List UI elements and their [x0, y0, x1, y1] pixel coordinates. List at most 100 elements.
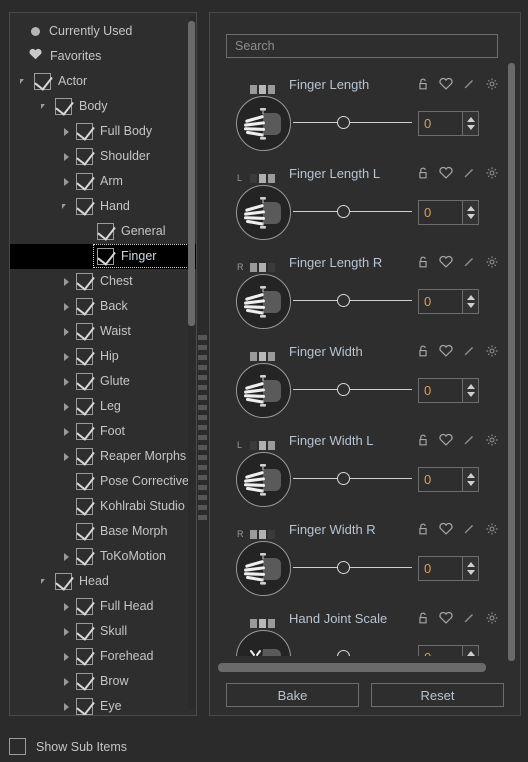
stepper-up-icon[interactable]	[467, 206, 475, 211]
parameter-scroll-area[interactable]: Finger Length L Finger Length L R Finger Len…	[215, 68, 503, 656]
tree-item-checkbox[interactable]	[76, 298, 93, 315]
tree-item-arm[interactable]: Arm	[10, 169, 196, 194]
parameter-slider-track[interactable]	[293, 389, 412, 390]
parameter-value-input[interactable]	[418, 556, 463, 581]
unlock-icon[interactable]	[416, 433, 430, 450]
heart-icon[interactable]	[439, 344, 453, 361]
parameter-value-input[interactable]	[418, 200, 463, 225]
parameter-slider-track[interactable]	[293, 122, 412, 123]
stepper-up-icon[interactable]	[467, 651, 475, 656]
tree-item-checkbox[interactable]	[76, 648, 93, 665]
tree-item-currently-used[interactable]: Currently Used	[10, 19, 196, 44]
gear-icon[interactable]	[485, 611, 499, 628]
tree-item-general[interactable]: General	[10, 219, 196, 244]
tree-item-checkbox[interactable]	[76, 448, 93, 465]
stepper-up-icon[interactable]	[467, 117, 475, 122]
chevron-right-icon[interactable]	[60, 394, 74, 419]
tree-item-hand[interactable]: Hand	[10, 194, 196, 219]
tree-item-checkbox[interactable]	[55, 98, 72, 115]
tree-item-checkbox[interactable]	[76, 373, 93, 390]
chevron-right-icon[interactable]	[60, 694, 74, 715]
tree-item-foot[interactable]: Foot	[10, 419, 196, 444]
tree-item-checkbox[interactable]	[76, 698, 93, 715]
chevron-right-icon[interactable]	[60, 319, 74, 344]
tree-item-tokomotion[interactable]: ToKoMotion	[10, 544, 196, 569]
heart-icon[interactable]	[439, 255, 453, 272]
tree-item-full-body[interactable]: Full Body	[10, 119, 196, 144]
tree-item-forehead[interactable]: Forehead	[10, 644, 196, 669]
tree-item-skull[interactable]: Skull	[10, 619, 196, 644]
tree-scrollbar-thumb[interactable]	[188, 21, 195, 326]
pencil-icon[interactable]	[462, 166, 476, 183]
stepper-down-icon[interactable]	[467, 392, 475, 397]
parameter-value-input[interactable]	[418, 378, 463, 403]
unlock-icon[interactable]	[416, 611, 430, 628]
tree-item-reaper-morphs[interactable]: Reaper Morphs	[10, 444, 196, 469]
heart-icon[interactable]	[439, 166, 453, 183]
parameter-value-input[interactable]	[418, 111, 463, 136]
pencil-icon[interactable]	[462, 522, 476, 539]
gear-icon[interactable]	[485, 166, 499, 183]
chevron-right-icon[interactable]	[60, 144, 74, 169]
panel-splitter-grip[interactable]	[198, 335, 207, 521]
unlock-icon[interactable]	[416, 522, 430, 539]
stepper-up-icon[interactable]	[467, 562, 475, 567]
heart-icon[interactable]	[439, 522, 453, 539]
parameter-slider-knob[interactable]	[337, 650, 350, 656]
tree-item-checkbox[interactable]	[76, 498, 93, 515]
parameter-value-input[interactable]	[418, 645, 463, 656]
stepper-down-icon[interactable]	[467, 303, 475, 308]
tree-item-favorites[interactable]: Favorites	[10, 44, 196, 69]
tree-item-base-morph[interactable]: Base Morph	[10, 519, 196, 544]
parameter-slider-knob[interactable]	[337, 205, 350, 218]
parameter-slider-track[interactable]	[293, 211, 412, 212]
parameter-slider-knob[interactable]	[337, 116, 350, 129]
chevron-down-icon[interactable]	[39, 569, 53, 594]
tree-item-checkbox[interactable]	[97, 223, 114, 240]
parameter-slider-knob[interactable]	[337, 472, 350, 485]
heart-icon[interactable]	[439, 611, 453, 628]
chevron-right-icon[interactable]	[60, 544, 74, 569]
parameter-slider-track[interactable]	[293, 567, 412, 568]
tree-item-body[interactable]: Body	[10, 94, 196, 119]
tree-item-checkbox[interactable]	[76, 473, 93, 490]
reset-button[interactable]: Reset	[371, 683, 504, 707]
tree-item-actor[interactable]: Actor	[10, 69, 196, 94]
tree-item-hip[interactable]: Hip	[10, 344, 196, 369]
heart-icon[interactable]	[439, 433, 453, 450]
stepper-down-icon[interactable]	[467, 214, 475, 219]
tree-item-pose-correctives[interactable]: Pose Correctives	[10, 469, 196, 494]
tree-item-leg[interactable]: Leg	[10, 394, 196, 419]
tree-item-checkbox[interactable]	[76, 523, 93, 540]
parameter-vertical-scrollbar-thumb[interactable]	[508, 63, 515, 661]
tree-item-checkbox[interactable]	[76, 348, 93, 365]
bake-button[interactable]: Bake	[226, 683, 359, 707]
unlock-icon[interactable]	[416, 77, 430, 94]
tree-item-checkbox[interactable]	[76, 548, 93, 565]
parameter-slider-track[interactable]	[293, 478, 412, 479]
chevron-right-icon[interactable]	[60, 669, 74, 694]
stepper-down-icon[interactable]	[467, 481, 475, 486]
tree-item-brow[interactable]: Brow	[10, 669, 196, 694]
hand-joint-icon[interactable]	[236, 630, 291, 656]
stepper-up-icon[interactable]	[467, 295, 475, 300]
parameter-slider-knob[interactable]	[337, 383, 350, 396]
chevron-right-icon[interactable]	[60, 269, 74, 294]
pencil-icon[interactable]	[462, 77, 476, 94]
tree-item-checkbox[interactable]	[76, 423, 93, 440]
pencil-icon[interactable]	[462, 255, 476, 272]
pencil-icon[interactable]	[462, 611, 476, 628]
chevron-right-icon[interactable]	[60, 344, 74, 369]
hand-icon[interactable]	[236, 185, 291, 240]
pencil-icon[interactable]	[462, 344, 476, 361]
parameter-slider-track[interactable]	[293, 300, 412, 301]
gear-icon[interactable]	[485, 255, 499, 272]
unlock-icon[interactable]	[416, 344, 430, 361]
tree-item-checkbox[interactable]	[76, 123, 93, 140]
stepper-up-icon[interactable]	[467, 473, 475, 478]
parameter-value-input[interactable]	[418, 289, 463, 314]
chevron-right-icon[interactable]	[60, 444, 74, 469]
chevron-down-icon[interactable]	[18, 69, 32, 94]
stepper-down-icon[interactable]	[467, 125, 475, 130]
tree-item-checkbox[interactable]	[76, 623, 93, 640]
